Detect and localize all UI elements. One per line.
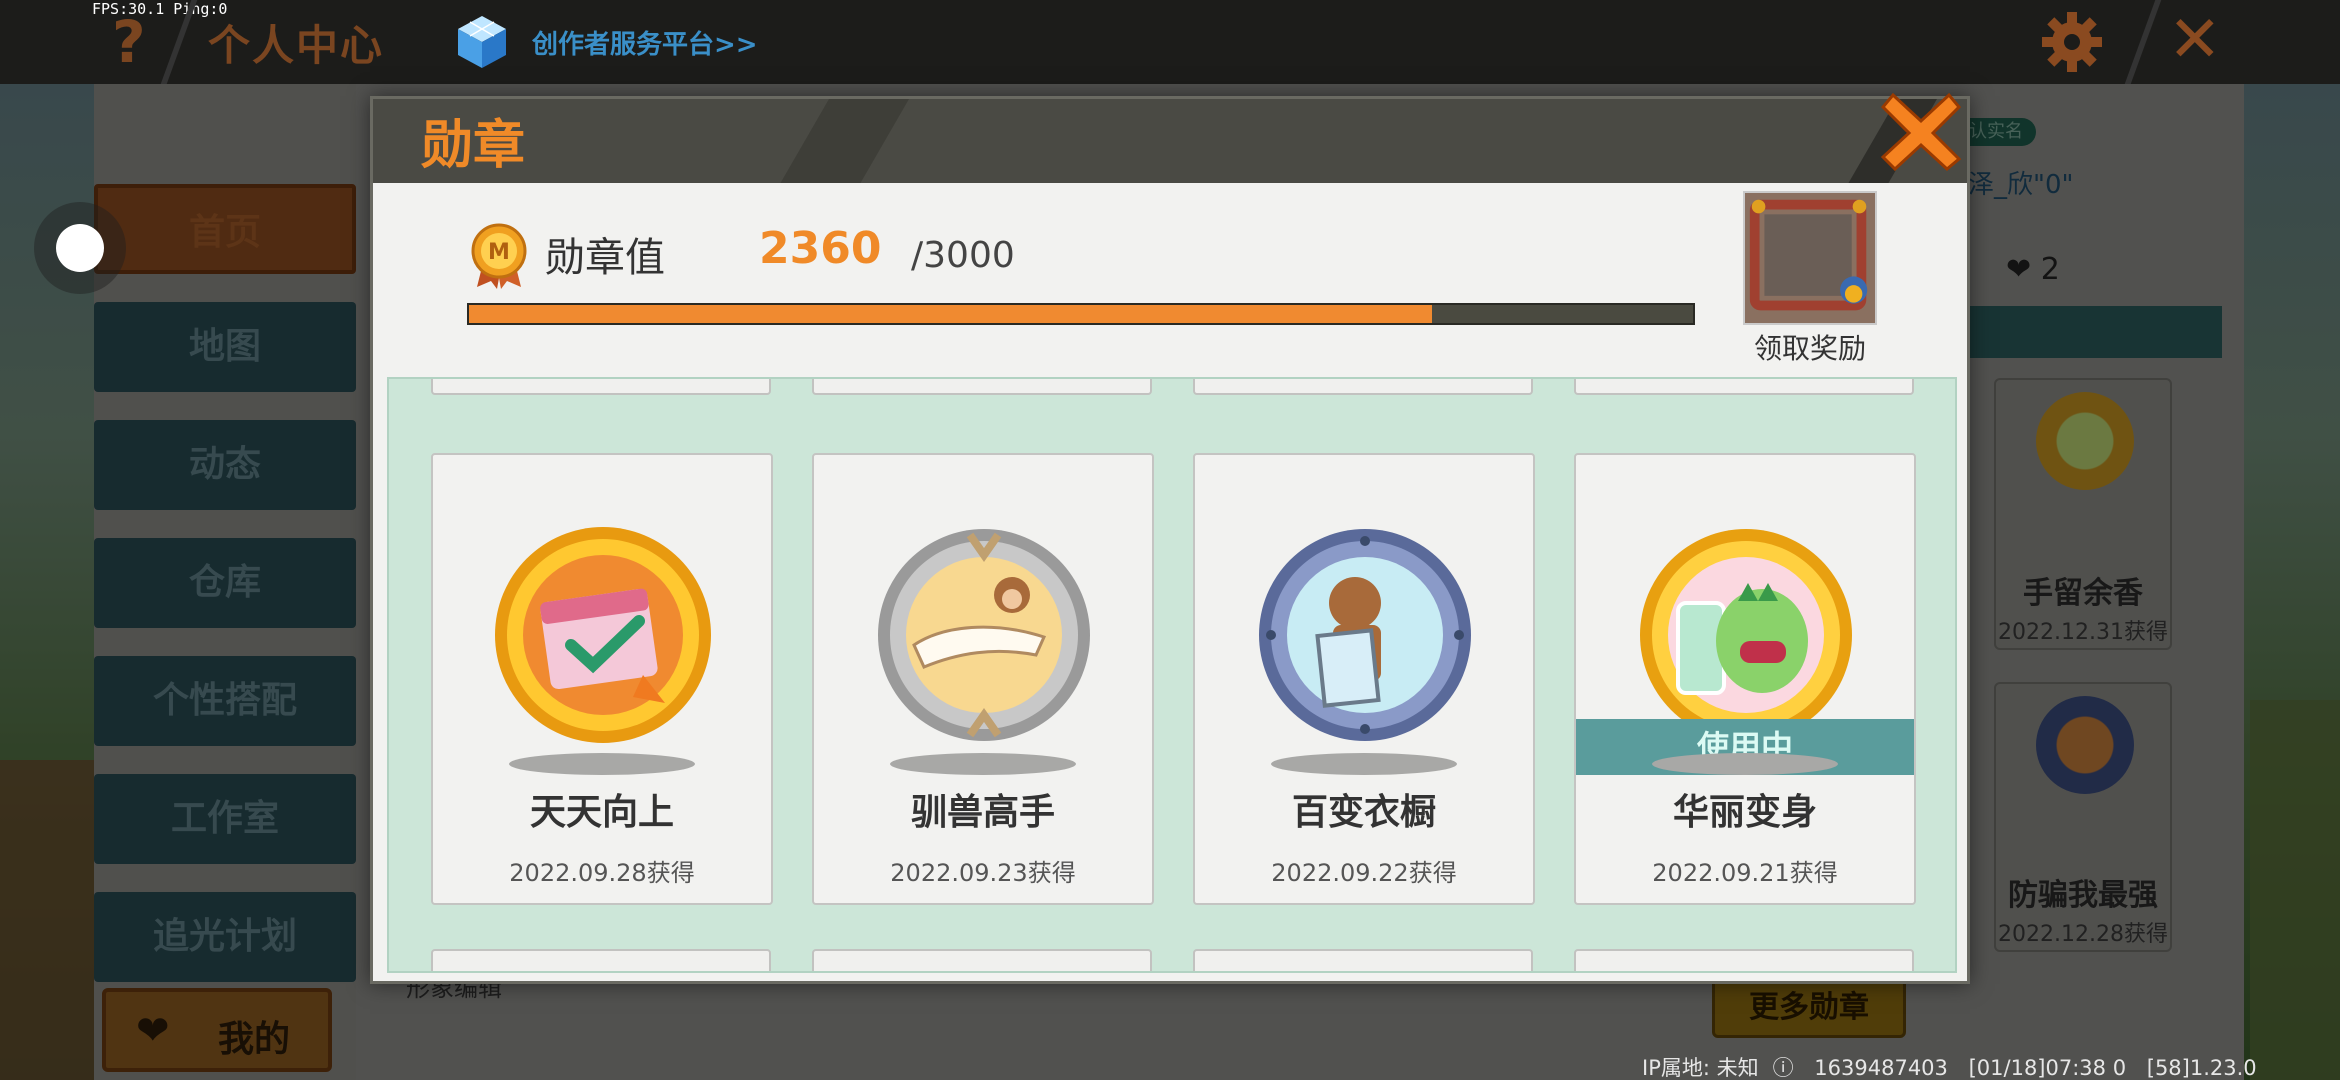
reward-frame-icon <box>1745 193 1875 323</box>
badge-card-partial <box>431 379 771 395</box>
badge-card[interactable]: 天天向上 2022.09.28获得 <box>431 453 773 905</box>
horse-badge-icon <box>878 529 1090 741</box>
badge-value-max: /3000 <box>911 235 1015 276</box>
badge-value-current: 2360 <box>759 223 882 274</box>
version: [58]1.23.0 <box>2146 1056 2257 1080</box>
badge-card-partial <box>1193 949 1533 971</box>
joystick[interactable] <box>34 202 126 294</box>
badge-date: 2022.09.23获得 <box>890 859 1076 887</box>
creator-platform-link[interactable]: 创作者服务平台>> <box>532 24 758 61</box>
top-bar: FPS:30.1 Ping:0 ? 个人中心 创作者服务平台>> ✕ <box>0 0 2340 84</box>
gear-icon[interactable] <box>2040 10 2104 74</box>
badge-shadow <box>1271 753 1457 775</box>
user-id: 1639487403 <box>1814 1056 1948 1080</box>
badge-name: 天天向上 <box>529 792 674 833</box>
divider <box>2124 0 2162 84</box>
close-icon[interactable]: ✕ <box>2168 8 2222 72</box>
calendar-badge-icon <box>495 527 711 743</box>
badge-card-partial <box>1574 949 1914 971</box>
cube-icon[interactable] <box>456 14 508 70</box>
status-line: IP属地: 未知 ⓘ 1639487403 [01/18]07:38 0 [58]… <box>1642 1052 2271 1080</box>
medal-icon: M <box>471 223 527 289</box>
badge-card-partial <box>812 949 1152 971</box>
page-title: 个人中心 <box>208 21 385 70</box>
wardrobe-badge-icon <box>1259 529 1471 741</box>
help-icon[interactable]: ? <box>112 8 146 76</box>
badge-card-partial <box>812 379 1152 395</box>
badge-card[interactable]: 百变衣橱 2022.09.22获得 <box>1193 453 1535 905</box>
badge-value-label: 勋章值 <box>545 235 665 281</box>
badge-shadow <box>1652 753 1838 775</box>
badge-name: 百变衣橱 <box>1291 792 1436 833</box>
badge-name: 华丽变身 <box>1672 792 1817 833</box>
badge-date: 2022.09.28获得 <box>509 859 695 887</box>
server-time: [01/18]07:38 0 <box>1968 1056 2127 1080</box>
badge-card-partial <box>1574 379 1914 395</box>
badge-date: 2022.09.22获得 <box>1271 859 1457 887</box>
close-icon[interactable] <box>1879 89 1963 173</box>
badge-date: 2022.09.21获得 <box>1652 859 1838 887</box>
joystick-knob[interactable] <box>56 224 104 272</box>
badge-card-partial <box>431 949 771 971</box>
modal-title: 勋章 <box>421 116 526 176</box>
badge-grid: 天天向上 2022.09.28获得 驯兽高手 2022.09.23获得 百变衣橱… <box>387 377 1957 973</box>
badge-shadow <box>890 753 1076 775</box>
badge-progress-bar <box>467 303 1695 325</box>
badge-shadow <box>509 753 695 775</box>
badge-card-partial <box>1193 379 1533 395</box>
claim-reward-label[interactable]: 领取奖励 <box>1743 327 1877 367</box>
reward-frame-button[interactable] <box>1743 191 1877 325</box>
badge-card[interactable]: 驯兽高手 2022.09.23获得 <box>812 453 1154 905</box>
modal-header: 勋章 <box>373 99 1967 183</box>
progress-fill <box>469 305 1433 323</box>
svg-text:M: M <box>488 240 510 265</box>
info-icon[interactable]: ⓘ <box>1773 1056 1794 1080</box>
badge-modal: 勋章 M 勋章值 2360 /3000 领取奖励 天天向上 2022.09.28… <box>370 92 1970 984</box>
ip-location: IP属地: 未知 <box>1642 1056 1759 1080</box>
dino-badge-icon <box>1640 529 1852 741</box>
badge-name: 驯兽高手 <box>910 792 1055 833</box>
badge-card[interactable]: 使用中 华丽变身 2022.09.21获得 <box>1574 453 1916 905</box>
